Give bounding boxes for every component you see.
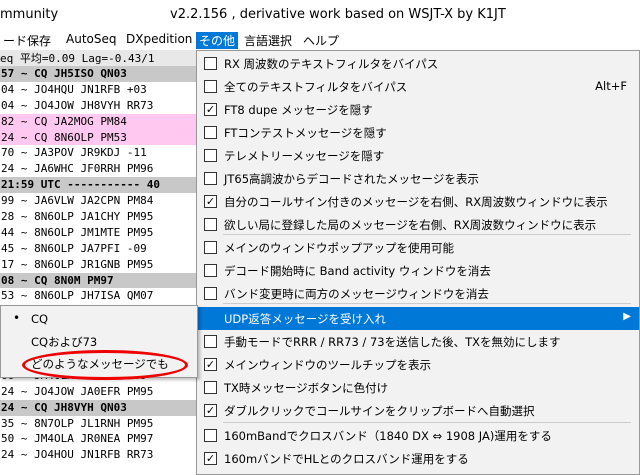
decode-row[interactable]: 57 ~ CQ JH5ISO QN03: [0, 66, 196, 82]
menu-item-label: 全てのテキストフィルタをバイパス: [224, 80, 408, 94]
menu-item-label: バンド変更時に両方のメッセージウィンドウを消去: [224, 287, 489, 301]
menu-item-label: TX時メッセージボタンに色付け: [224, 381, 389, 395]
decode-row[interactable]: 04 ~ JO4JOW JH8VYH RR73: [0, 98, 196, 114]
decode-row[interactable]: 50 ~ JM4OLA JR0NEA PM97: [0, 431, 196, 447]
version-title: v2.2.156 , derivative work based on WSJT…: [170, 7, 506, 22]
menu-item[interactable]: ✓ ダブルクリックでコールサインをクリップボードへ自動選択: [197, 399, 639, 422]
menu-item-label: 欲しい局に登録した局のメッセージを右側、RX周波数ウィンドウに表示: [224, 218, 597, 232]
menu-item[interactable]: ✓ メインウィンドウのツールチップを表示: [197, 353, 639, 376]
menu-item-label: メインのウィンドウポップアップを使用可能: [224, 241, 454, 255]
decode-row[interactable]: 24 ~ JO4JOW JA0EFR PM95: [0, 384, 196, 400]
menu-item-label: メインウィンドウのツールチップを表示: [224, 358, 431, 372]
menu-item-label: テレメトリーメッセージを隠す: [224, 149, 385, 163]
menu-item[interactable]: UDP返答メッセージを受け入れ ▶: [197, 307, 639, 330]
checkbox-icon[interactable]: [204, 287, 217, 300]
decode-row[interactable]: 99 ~ JA6VLW JA2CPN PM84: [0, 193, 196, 209]
menu-separator: [223, 422, 631, 423]
menu-item-label: デコード開始時に Band activity ウィンドウを消去: [224, 264, 491, 278]
submenu-arrow-icon: ▶: [623, 311, 631, 322]
menu-item-label: ダブルクリックでコールサインをクリップボードへ自動選択: [224, 404, 535, 418]
menu-item[interactable]: テレメトリーメッセージを隠す: [197, 144, 639, 167]
checkbox-checked-icon[interactable]: ✓: [204, 404, 217, 417]
submenu-item-label: CQおよび73: [31, 335, 98, 349]
checkbox-icon[interactable]: [204, 57, 217, 70]
menu-item-label: 自分のコールサイン付きのメッセージを右側、RX周波数ウィンドウに表示: [224, 195, 608, 209]
menu-help[interactable]: ヘルプ: [300, 32, 342, 49]
menu-item[interactable]: ✓ 自分のコールサイン付きのメッセージを右側、RX周波数ウィンドウに表示: [197, 190, 639, 213]
decode-row[interactable]: 44 ~ 8N6OLP JM1MTE PM95: [0, 225, 196, 241]
decode-row[interactable]: 24 ~ CQ 8N6OLP PM53: [0, 129, 196, 146]
menu-item[interactable]: バンド変更時に両方のメッセージウィンドウを消去: [197, 282, 639, 305]
decode-row[interactable]: 45 ~ 8N6OLP JA7PFI -09: [0, 241, 196, 257]
checkbox-icon[interactable]: [204, 80, 217, 93]
decode-row[interactable]: 21:59 UTC ----------- 40: [0, 177, 196, 194]
menu-item-label: FT8 dupe メッセージを隠す: [224, 103, 373, 117]
other-menu-dropdown: RX 周波数のテキストフィルタをバイパス 全てのテキストフィルタをバイパス Alt+…: [196, 50, 640, 475]
checkbox-checked-icon[interactable]: ✓: [204, 358, 217, 371]
menu-item[interactable]: FTコンテストメッセージを隠す: [197, 121, 639, 144]
submenu-item[interactable]: CQおよび73: [1, 330, 197, 352]
checkbox-icon[interactable]: [204, 149, 217, 162]
menu-other[interactable]: その他: [196, 32, 239, 49]
checkbox-icon[interactable]: [204, 218, 217, 231]
decode-row[interactable]: 28 ~ 8N6OLP JA1CHY PM95: [0, 209, 196, 225]
menu-item[interactable]: TX時メッセージボタンに色付け: [197, 376, 639, 399]
menu-item-label: 160mバンドでHLとのクロスバンド運用をする: [224, 452, 469, 466]
decode-row[interactable]: 17 ~ 8N6OLP JR1GNB PM95: [0, 257, 196, 273]
menu-item-label: RX 周波数のテキストフィルタをバイパス: [224, 57, 439, 71]
decode-row[interactable]: 35 ~ 8N7OLP JL1RNH PM95: [0, 416, 196, 432]
menu-item-label: JT65高調波からデコードされたメッセージを表示: [224, 172, 479, 186]
menu-item[interactable]: デコード開始時に Band activity ウィンドウを消去: [197, 259, 639, 282]
app-title: mmunity: [0, 7, 59, 22]
band-activity-header: eq 平均=0.09 Lag=-0.43/1: [0, 50, 196, 66]
red-annotation-ellipse: [22, 350, 188, 380]
band-activity-list[interactable]: 57 ~ CQ JH5ISO QN03 04 ~ JO4HQU JN1RFB +0…: [0, 66, 196, 473]
menu-item[interactable]: JT65高調波からデコードされたメッセージを表示: [197, 167, 639, 190]
title-bar: mmunity v2.2.156 , derivative work based…: [0, 0, 640, 30]
decode-row[interactable]: 70 ~ JA3POV JR9KDJ -11: [0, 145, 196, 161]
menu-item[interactable]: 手動モードでRRR / RR73 / 73を送信した後、TXを無効にします: [197, 330, 639, 353]
menu-item-label: 手動モードでRRR / RR73 / 73を送信した後、TXを無効にします: [224, 335, 561, 349]
checkbox-checked-icon[interactable]: ✓: [204, 452, 217, 465]
decode-row[interactable]: 53 ~ 8N6OLP JH7ISA QM07: [0, 288, 196, 304]
menu-item[interactable]: 欲しい局に登録した局のメッセージを右側、RX周波数ウィンドウに表示: [197, 213, 639, 236]
menu-item[interactable]: ✓ 160mバンドでHLとのクロスバンド運用をする: [197, 447, 639, 470]
checkbox-icon[interactable]: [204, 241, 217, 254]
menu-item[interactable]: 160mBandでクロスバンド（1840 DX ⇔ 1908 JA)運用をする: [197, 424, 639, 447]
decode-row[interactable]: 82 ~ CQ JA2MOG PM84: [0, 113, 196, 130]
checkbox-icon[interactable]: [204, 126, 217, 139]
menu-item[interactable]: メインのウィンドウポップアップを使用可能: [197, 236, 639, 259]
radio-selected-icon: •: [13, 311, 21, 325]
menu-item[interactable]: RX 周波数のテキストフィルタをバイパス: [197, 52, 639, 75]
menu-item-label: UDP返答メッセージを受け入れ: [224, 312, 386, 326]
menu-autoseq[interactable]: AutoSeq: [63, 32, 119, 46]
menu-item-label: FTコンテストメッセージを隠す: [224, 126, 387, 140]
decode-row[interactable]: 24 ~ JA6WHC JF0RRH PM96: [0, 161, 196, 177]
decode-row[interactable]: 04 ~ JO4HQU JN1RFB +03: [0, 82, 196, 98]
menu-item-label: 160mBandでクロスバンド（1840 DX ⇔ 1908 JA)運用をする: [224, 429, 552, 443]
menu-language[interactable]: 言語選択: [241, 32, 295, 49]
checkbox-checked-icon[interactable]: ✓: [204, 195, 217, 208]
decode-row[interactable]: 24 ~ CQ JH8VYH QN03: [0, 399, 196, 416]
menu-item[interactable]: 全てのテキストフィルタをバイパス Alt+F: [197, 75, 639, 98]
menu-bar: ード 保存 AutoSeq DXpedition その他 言語選択 ヘルプ: [0, 30, 640, 50]
submenu-item[interactable]: • CQ: [1, 308, 197, 330]
menu-save[interactable]: 保存: [24, 32, 54, 49]
checkbox-icon[interactable]: [204, 335, 217, 348]
menu-item[interactable]: ✓ FT8 dupe メッセージを隠す: [197, 98, 639, 121]
decode-row[interactable]: 24 ~ JO4HOU JN1RFB RR73: [0, 447, 196, 463]
checkbox-checked-icon[interactable]: ✓: [204, 103, 217, 116]
submenu-item-label: CQ: [31, 312, 49, 326]
checkbox-icon[interactable]: [204, 429, 217, 442]
menu-dxpedition[interactable]: DXpedition: [123, 32, 195, 46]
checkbox-icon[interactable]: [204, 264, 217, 277]
checkbox-icon[interactable]: [204, 381, 217, 394]
decode-row[interactable]: 08 ~ CQ 8N0M PM97: [0, 272, 196, 289]
checkbox-icon[interactable]: [204, 172, 217, 185]
menu-shortcut: Alt+F: [595, 79, 627, 93]
